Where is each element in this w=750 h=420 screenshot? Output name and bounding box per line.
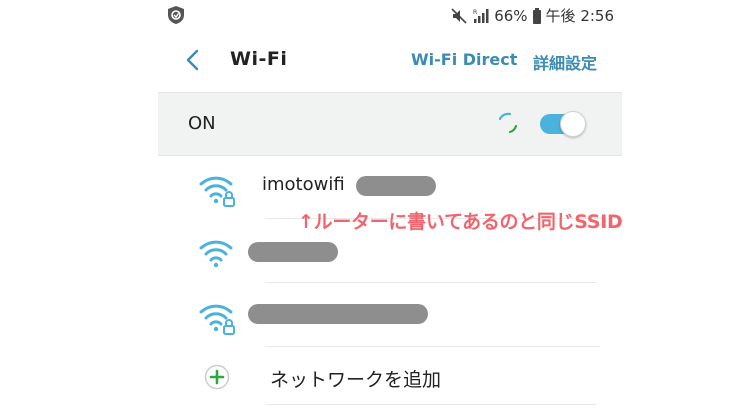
- back-arrow-icon[interactable]: [182, 48, 204, 72]
- advanced-settings-button[interactable]: 詳細設定: [533, 50, 597, 74]
- battery-icon: [532, 7, 541, 24]
- redacted-ssid-blur: [248, 304, 428, 324]
- wifi-direct-button[interactable]: Wi-Fi Direct: [411, 50, 517, 69]
- clock: 午後 2:56: [545, 7, 614, 25]
- wifi-state-label: ON: [188, 113, 216, 134]
- redacted-ssid-blur: [248, 242, 338, 262]
- wifi-secured-icon: [199, 304, 235, 335]
- network-name: imotowifi: [262, 174, 345, 195]
- page-title: Wi-Fi: [230, 48, 288, 70]
- network-list-item[interactable]: [158, 284, 622, 346]
- signal-icon: R: [473, 8, 489, 23]
- toggle-knob: [560, 111, 586, 137]
- plus-circle-icon: [204, 364, 230, 390]
- action-bar: Wi-Fi Wi-Fi Direct 詳細設定: [158, 30, 622, 90]
- list-divider: [266, 282, 596, 283]
- shield-icon: [168, 6, 184, 24]
- battery-percent: 66%: [494, 6, 528, 25]
- scanning-spinner-icon: [498, 112, 518, 134]
- redacted-ssid-blur: [356, 176, 436, 196]
- svg-text:R: R: [473, 9, 477, 16]
- add-network-label: ネットワークを追加: [270, 369, 442, 391]
- wifi-master-switch-row[interactable]: ON: [158, 92, 622, 156]
- mute-icon: [451, 7, 467, 24]
- annotation-text: ↑ルーターに書いてあるのと同じSSID: [298, 211, 623, 233]
- wifi-icon: [199, 240, 233, 268]
- wifi-toggle-switch[interactable]: [540, 111, 586, 137]
- list-divider: [266, 346, 600, 347]
- wifi-secured-icon: [199, 176, 235, 207]
- add-network-row[interactable]: ネットワークを追加: [158, 348, 622, 406]
- status-right: R 66% 午後 2:56: [450, 5, 614, 26]
- status-bar: R 66% 午後 2:56: [158, 0, 622, 30]
- list-divider: [266, 404, 596, 405]
